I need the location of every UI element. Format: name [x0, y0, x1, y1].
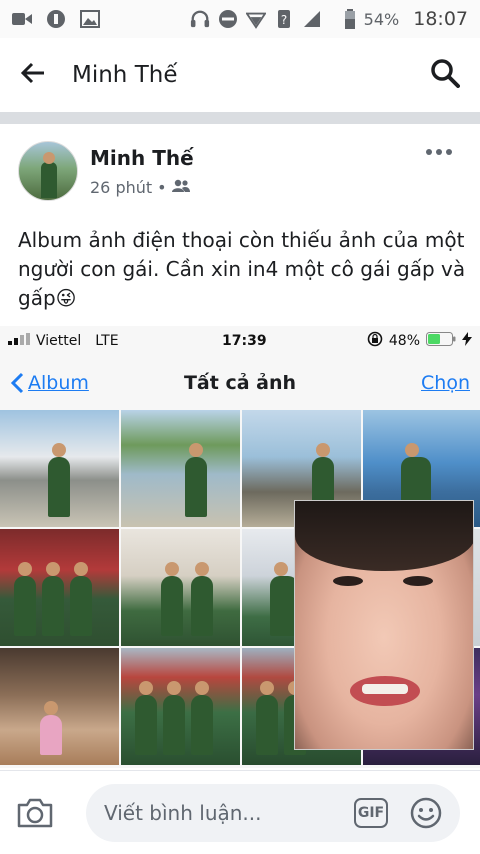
data-saver-icon [46, 9, 66, 29]
emoji-icon[interactable] [410, 797, 442, 829]
embedded-carrier: Viettel [36, 333, 82, 349]
embedded-battery-icon [426, 332, 456, 350]
signal-3g-icon [302, 9, 336, 29]
battery-icon [344, 9, 356, 29]
post-author-name[interactable]: Minh Thế [90, 146, 194, 170]
charging-bolt-icon [462, 332, 472, 350]
embedded-back-label: Album [28, 372, 89, 394]
back-arrow-icon[interactable] [20, 62, 46, 88]
more-options-icon[interactable] [426, 149, 452, 155]
embedded-select-button: Chọn [421, 372, 470, 394]
comment-bar: Viết bình luận... GIF [0, 770, 480, 854]
embedded-status-bar: Viettel LTE 17:39 48% [0, 326, 480, 356]
embedded-nav-bar: Album Tất cả ảnh Chọn [0, 356, 480, 410]
photo-thumbnail [121, 410, 240, 527]
embedded-time: 17:39 [222, 333, 267, 349]
camera-icon[interactable] [14, 792, 56, 834]
photo-thumbnail [121, 529, 240, 646]
do-not-disturb-icon [218, 9, 238, 29]
search-icon[interactable] [430, 58, 460, 92]
photo-thumbnail [0, 410, 119, 527]
cell-signal-icon [8, 333, 30, 349]
svg-text:?: ? [280, 13, 286, 27]
video-icon [12, 9, 32, 29]
embedded-network: LTE [95, 333, 119, 349]
clock: 18:07 [413, 8, 468, 30]
photo-thumbnail [0, 648, 119, 765]
status-bar: ? 54% 18:07 [0, 0, 480, 38]
friends-icon [171, 178, 190, 197]
photo-thumbnail [0, 529, 119, 646]
image-icon [80, 9, 100, 29]
photo-thumbnail [121, 648, 240, 765]
rotation-lock-icon [367, 331, 383, 351]
embedded-battery-percent: 48% [388, 333, 420, 349]
header-title: Minh Thế [72, 62, 178, 88]
post-time[interactable]: 26 phút [90, 178, 152, 197]
headset-icon [190, 9, 210, 29]
meta-separator: • [157, 177, 167, 197]
avatar[interactable] [18, 141, 78, 201]
post-text: Album ảnh điện thoại còn thiếu ảnh của m… [18, 228, 466, 310]
battery-percent: 54% [363, 9, 400, 29]
sim-question-icon: ? [274, 9, 294, 29]
embedded-back-button: Album [10, 372, 89, 394]
app-header: Minh Thế [0, 38, 480, 112]
comment-placeholder: Viết bình luận... [104, 800, 262, 825]
section-divider [0, 112, 480, 124]
comment-input[interactable]: Viết bình luận... GIF [86, 783, 460, 842]
post-header: Minh Thế 26 phút • [18, 141, 464, 201]
wifi-question-icon [245, 9, 266, 29]
overlay-selfie-photo [294, 500, 474, 750]
gif-button[interactable]: GIF [354, 797, 388, 828]
